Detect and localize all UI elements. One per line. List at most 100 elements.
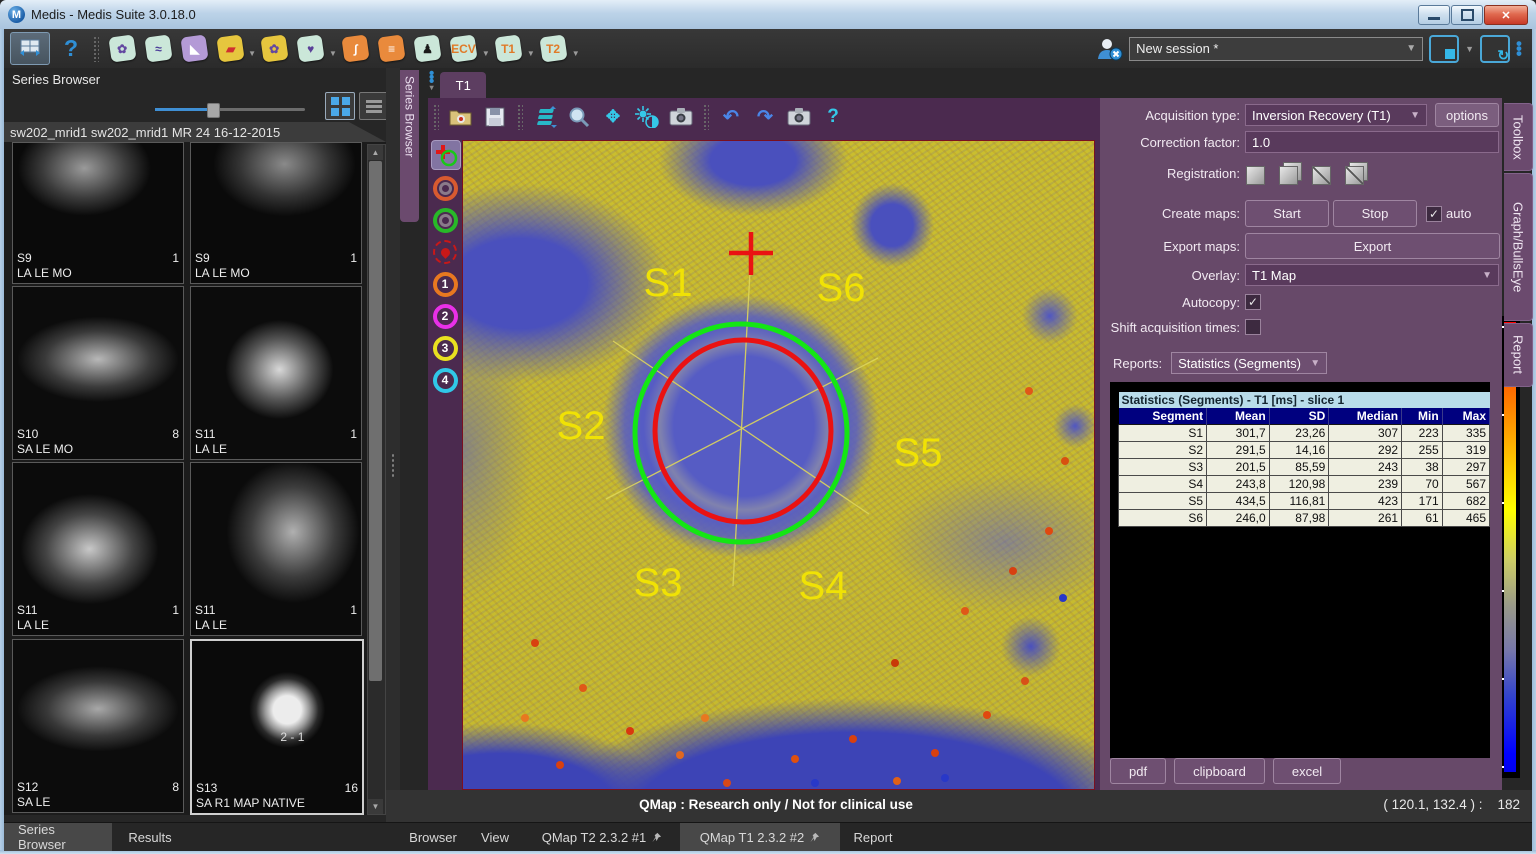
thumbnail-s9[interactable]: S91LA LE MO — [12, 142, 184, 284]
thumbnail-s11[interactable]: S111LA LE — [12, 462, 184, 636]
marker-3-tool[interactable]: 3 — [431, 334, 459, 362]
vessel-tool-app-icon[interactable]: ∫ — [339, 32, 373, 66]
reset-layout-button[interactable]: ↻ — [1480, 35, 1510, 63]
statistics-table-title: Statistics (Segments) - T1 [ms] - slice … — [1119, 392, 1490, 408]
bottom-tab-results[interactable]: Results — [112, 823, 188, 851]
export-button[interactable]: Export — [1245, 233, 1500, 259]
pdf-button[interactable]: pdf — [1110, 758, 1166, 784]
thumbnail-s11-b[interactable]: S111LA LE — [190, 286, 362, 460]
minimize-button[interactable] — [1418, 5, 1450, 25]
auto-checkbox[interactable]: ✓ — [1426, 206, 1442, 222]
thumbnail-s11-b[interactable]: S111LA LE — [190, 462, 362, 636]
t1-dropdown-icon[interactable]: ▼ — [527, 49, 535, 58]
epi-contour-tool[interactable] — [431, 206, 459, 234]
marker-2-tool[interactable]: 2 — [431, 302, 459, 330]
heart-tool-app-icon[interactable]: ♥ — [294, 32, 328, 66]
thumbnail-scrollbar[interactable]: ▲ ▼ — [367, 144, 386, 815]
qmass-app-icon[interactable]: ✿ — [105, 32, 139, 66]
options-button[interactable]: options — [1435, 103, 1499, 127]
redo-icon[interactable]: ↷ — [750, 103, 780, 131]
endo-contour-tool[interactable] — [431, 174, 459, 202]
registration-stack-diagonal-button[interactable] — [1344, 161, 1368, 185]
start-button[interactable]: Start — [1245, 200, 1329, 227]
tab-t1[interactable]: T1 — [440, 72, 486, 98]
grid-view-button[interactable] — [325, 92, 355, 120]
bottom-tab-browser[interactable]: Browser — [400, 823, 466, 851]
save-button[interactable] — [480, 103, 510, 131]
image-count: 16 — [345, 781, 358, 796]
window-level-button[interactable] — [632, 103, 662, 131]
autocopy-checkbox[interactable]: ✓ — [1245, 294, 1261, 310]
slider-handle[interactable] — [207, 103, 220, 118]
t1-map-image[interactable]: S1S6S2S5S3S4 — [462, 140, 1095, 790]
pan-icon[interactable]: ✥ — [598, 103, 628, 131]
viewport-help-icon[interactable]: ? — [818, 103, 848, 131]
scroll-up-icon[interactable]: ▲ — [368, 145, 383, 160]
column-header-segment: Segment — [1119, 408, 1207, 425]
maximize-button[interactable] — [1451, 5, 1483, 25]
thumbnail-s12[interactable]: S128SA LE — [12, 639, 184, 813]
registration-stack-button[interactable] — [1278, 161, 1302, 185]
registration-none-button[interactable] — [1245, 161, 1269, 185]
viewport-menu-icon[interactable]: •••▾ — [429, 72, 434, 90]
zoom-button[interactable] — [564, 103, 594, 131]
bottom-tab-series-browser[interactable]: Series Browser — [4, 823, 112, 851]
pill-tool-dropdown-icon[interactable]: ▼ — [248, 49, 256, 58]
undo-icon[interactable]: ↶ — [716, 103, 746, 131]
t2-app-icon[interactable]: T2 — [537, 32, 571, 66]
series-browser-side-tab[interactable]: Series Browser — [400, 70, 419, 222]
list-view-button[interactable] — [359, 92, 389, 120]
reports-dropdown[interactable]: Statistics (Segments) ▼ — [1171, 352, 1327, 374]
stop-button[interactable]: Stop — [1333, 200, 1417, 227]
save-layout-dropdown-icon[interactable]: ▼ — [1465, 44, 1474, 54]
marker-1-tool[interactable]: 1 — [431, 270, 459, 298]
clipboard-button[interactable]: clipboard — [1174, 758, 1265, 784]
overlay-dropdown[interactable]: T1 Map ▼ — [1245, 264, 1499, 286]
bottom-tab-qmap-t2-2-3-2-1[interactable]: QMap T2 2.3.2 #1 — [524, 823, 680, 851]
session-combobox[interactable]: New session * ▼ — [1129, 37, 1423, 61]
save-layout-button[interactable] — [1429, 35, 1459, 63]
report-tool-app-icon[interactable]: ≡ — [375, 32, 409, 66]
scrollbar-thumb[interactable] — [369, 161, 382, 681]
bottom-tab-qmap-t1-2-3-2-2[interactable]: QMap T1 2.3.2 #2 — [680, 823, 840, 851]
add-contour-tool[interactable] — [431, 140, 461, 170]
qflow-app-icon[interactable]: ≈ — [141, 32, 175, 66]
excel-button[interactable]: excel — [1273, 758, 1341, 784]
snapshot-button[interactable] — [666, 103, 696, 131]
t2-dropdown-icon[interactable]: ▼ — [572, 49, 580, 58]
right-tab-report[interactable]: Report — [1504, 323, 1533, 387]
layout-panels-button[interactable] — [10, 32, 50, 65]
thumbnail-s13-b[interactable]: 2 - 1S1316SA R1 MAP NATIVE — [190, 639, 364, 815]
snapshot-secondary-button[interactable] — [784, 103, 814, 131]
bottom-tab-view[interactable]: View — [466, 823, 524, 851]
right-tab-graph-bullseye[interactable]: Graph/BullsEye — [1504, 173, 1533, 321]
scroll-down-icon[interactable]: ▼ — [368, 799, 383, 814]
panel-splitter[interactable] — [386, 68, 400, 815]
registration-diagonal-button[interactable] — [1311, 161, 1335, 185]
toolbar-overflow-button[interactable]: ••• — [1516, 41, 1522, 56]
acquisition-type-dropdown[interactable]: Inversion Recovery (T1) ▼ — [1245, 104, 1427, 126]
marker-4-tool[interactable]: 4 — [431, 366, 459, 394]
blood-sample-tool[interactable] — [431, 238, 459, 266]
flow-4d-app-icon[interactable]: ◣ — [177, 32, 211, 66]
heart-tool-dropdown-icon[interactable]: ▼ — [329, 49, 337, 58]
thumbnail-s9-b[interactable]: S91LA LE MO — [190, 142, 362, 284]
layers-button[interactable] — [530, 103, 560, 131]
ecv-dropdown-icon[interactable]: ▼ — [482, 49, 490, 58]
pill-tool-app-icon[interactable]: ▰ — [213, 32, 247, 66]
bottom-tab-report[interactable]: Report — [840, 823, 906, 851]
qmass-mr-app-icon[interactable]: ✿ — [258, 32, 292, 66]
shift-acquisition-times-checkbox[interactable] — [1245, 319, 1261, 335]
open-study-button[interactable] — [446, 103, 476, 131]
correction-factor-input[interactable]: 1.0 — [1245, 131, 1499, 153]
help-icon[interactable]: ? — [64, 35, 78, 62]
ecv-app-icon[interactable]: ECV — [447, 32, 481, 66]
close-session-user-icon[interactable] — [1095, 37, 1123, 61]
thumbnail-size-slider[interactable] — [155, 102, 305, 116]
thumbnail-s10[interactable]: S108SA LE MO — [12, 286, 184, 460]
right-tab-toolbox[interactable]: Toolbox — [1504, 103, 1533, 171]
user-tool-app-icon[interactable]: ♟ — [411, 32, 445, 66]
close-button[interactable]: ✕ — [1484, 5, 1528, 25]
study-header-tab[interactable]: sw202_mrid1 sw202_mrid1 MR 24 16-12-2015 — [4, 122, 386, 142]
t1-app-icon[interactable]: T1 — [492, 32, 526, 66]
